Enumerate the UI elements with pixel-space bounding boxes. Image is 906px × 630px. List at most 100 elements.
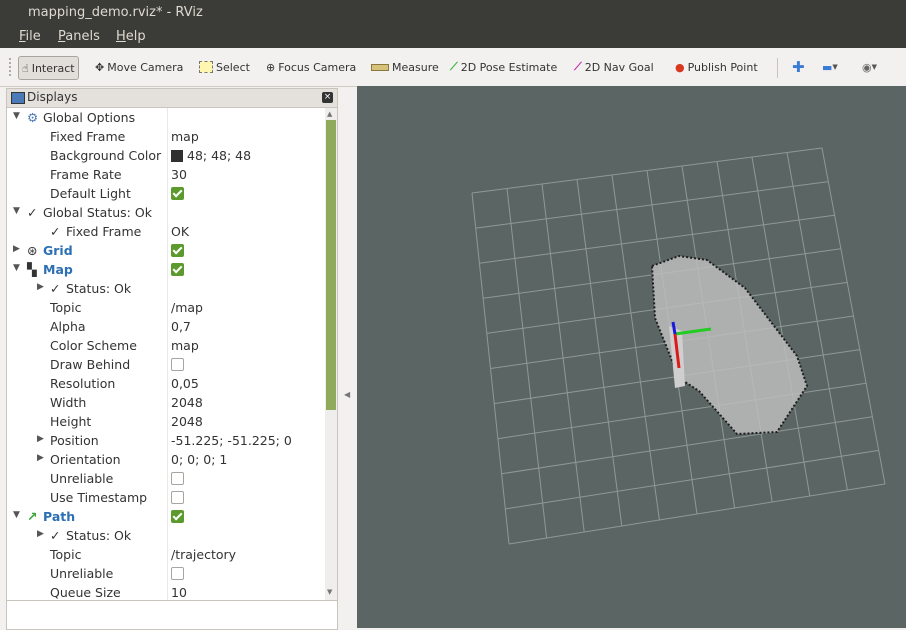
property-value-text: 30 <box>171 167 187 182</box>
3d-scene[interactable] <box>357 86 906 628</box>
tree-row[interactable]: Fixed Frame map <box>7 127 325 146</box>
checkbox[interactable] <box>171 510 184 523</box>
collapse-arrow-icon[interactable]: ▶ <box>37 453 44 463</box>
tree-row[interactable]: Default Light <box>7 184 325 203</box>
checkbox[interactable] <box>171 187 184 200</box>
scroll-down-icon[interactable]: ▼ <box>327 588 332 596</box>
collapse-arrow-icon[interactable]: ▶ <box>37 434 44 444</box>
property-value[interactable]: /trajectory <box>171 547 236 562</box>
remove-tool-button[interactable]: ▬ ▼ <box>822 56 838 78</box>
property-label: Unreliable <box>50 566 114 581</box>
tree-row[interactable]: ▶ ⊛ Grid <box>7 241 325 260</box>
tree-row[interactable]: ▶ Position -51.225; -51.225; 0 <box>7 431 325 450</box>
property-label: Draw Behind <box>50 357 131 372</box>
collapse-arrow-icon[interactable]: ▶ <box>37 282 44 292</box>
tree-row[interactable]: Color Scheme map <box>7 336 325 355</box>
tree-row[interactable]: Queue Size 10 <box>7 583 325 601</box>
expand-arrow-icon[interactable]: ▼ <box>13 263 20 273</box>
tree-row[interactable]: Use Timestamp <box>7 488 325 507</box>
menu-panels[interactable]: Panels <box>58 29 100 44</box>
property-value[interactable]: 0,7 <box>171 319 191 334</box>
property-label: Orientation <box>50 452 121 467</box>
tree-row[interactable]: Unreliable <box>7 469 325 488</box>
tree-row[interactable]: ▶ Orientation 0; 0; 0; 1 <box>7 450 325 469</box>
property-label: Alpha <box>50 319 86 334</box>
tree-row[interactable]: Topic/map <box>7 298 325 317</box>
property-value[interactable]: 10 <box>171 585 187 600</box>
checkbox[interactable] <box>171 244 184 257</box>
menu-file[interactable]: File <box>19 29 41 44</box>
map-icon: ▚ <box>27 262 37 277</box>
tree-row[interactable]: Height 2048 <box>7 412 325 431</box>
tree-row[interactable]: ▶ ✓ Status: Ok <box>7 526 325 545</box>
menu-help[interactable]: Help <box>116 29 146 44</box>
measure-button[interactable]: Measure <box>371 56 439 78</box>
nav-goal-button[interactable]: ⟋ 2D Nav Goal <box>574 56 654 78</box>
tree-row[interactable]: ▼ ⚙ Global Options <box>7 108 325 127</box>
property-label: Status: Ok <box>66 281 132 296</box>
green-arrow-icon: ⟋ <box>450 60 458 73</box>
title-bar: mapping_demo.rviz* - RViz <box>0 0 906 26</box>
interact-button[interactable]: ☝ Interact <box>18 56 79 80</box>
publish-point-button[interactable]: ● Publish Point <box>675 56 758 78</box>
close-icon[interactable]: × <box>322 92 333 103</box>
check-icon: ✓ <box>27 205 38 220</box>
property-value[interactable]: map <box>171 338 199 353</box>
checkbox[interactable] <box>171 567 184 580</box>
add-tool-button[interactable]: ✚ <box>792 56 805 78</box>
expand-arrow-icon[interactable]: ▼ <box>13 206 20 216</box>
tree-row[interactable]: ▼ ✓ Global Status: Ok <box>7 203 325 222</box>
color-swatch[interactable] <box>171 150 183 162</box>
select-button[interactable]: Select <box>199 56 250 78</box>
expand-arrow-icon[interactable]: ▼ <box>13 111 20 121</box>
tree-row[interactable]: Alpha 0,7 <box>7 317 325 336</box>
property-value[interactable]: 48; 48; 48 <box>171 148 251 163</box>
property-value[interactable]: 0; 0; 0; 1 <box>171 452 227 467</box>
scroll-up-icon[interactable]: ▲ <box>327 110 332 118</box>
property-label: Width <box>50 395 87 410</box>
property-value[interactable]: 30 <box>171 167 187 182</box>
collapse-arrow-icon[interactable]: ◀ <box>344 390 350 399</box>
property-value[interactable]: /map <box>171 300 203 315</box>
focus-camera-button[interactable]: ⊕ Focus Camera <box>266 56 356 78</box>
displays-panel: Displays × ▼ ⚙ Global Options Fixed Frame ma… <box>6 88 338 602</box>
displays-scrollbar[interactable]: ▲ ▼ <box>325 108 337 601</box>
property-value[interactable]: OK <box>171 224 189 239</box>
tree-row[interactable]: ▼ ▚ Map <box>7 260 325 279</box>
tree-row[interactable]: Frame Rate 30 <box>7 165 325 184</box>
tree-row[interactable]: ▼ ↗ Path <box>7 507 325 526</box>
tree-row[interactable]: ▶ ✓ Status: Ok <box>7 279 325 298</box>
property-label: Topic <box>50 300 82 315</box>
checkbox[interactable] <box>171 491 184 504</box>
scroll-thumb[interactable] <box>326 120 336 410</box>
property-label: Topic <box>50 547 82 562</box>
property-label: Height <box>50 414 92 429</box>
tree-row[interactable]: ✓ Fixed Frame OK <box>7 222 325 241</box>
view-options-button[interactable]: ◉ ▼ <box>862 56 877 78</box>
property-value-text: 2048 <box>171 414 203 429</box>
description-box <box>6 600 338 630</box>
property-value[interactable]: 2048 <box>171 395 203 410</box>
expand-arrow-icon[interactable]: ▼ <box>13 510 20 520</box>
tree-row[interactable]: Background Color 48; 48; 48 <box>7 146 325 165</box>
3d-view[interactable] <box>357 86 906 628</box>
toolbar-grip[interactable] <box>9 58 15 76</box>
property-value[interactable]: map <box>171 129 199 144</box>
panel-splitter[interactable]: ◀ <box>338 88 356 628</box>
property-value[interactable]: 0,05 <box>171 376 199 391</box>
collapse-arrow-icon[interactable]: ▶ <box>37 529 44 539</box>
tree-row[interactable]: Resolution 0,05 <box>7 374 325 393</box>
property-value[interactable]: 2048 <box>171 414 203 429</box>
tree-row[interactable]: Width 2048 <box>7 393 325 412</box>
tree-row[interactable]: Unreliable <box>7 564 325 583</box>
checkbox[interactable] <box>171 358 184 371</box>
tree-row[interactable]: Draw Behind <box>7 355 325 374</box>
move-camera-button[interactable]: ✥ Move Camera <box>95 56 183 78</box>
property-value[interactable]: -51.225; -51.225; 0 <box>171 433 292 448</box>
checkbox[interactable] <box>171 472 184 485</box>
tree-row[interactable]: Topic/trajectory <box>7 545 325 564</box>
pose-estimate-button[interactable]: ⟋ 2D Pose Estimate <box>450 56 557 78</box>
collapse-arrow-icon[interactable]: ▶ <box>13 244 20 254</box>
property-value-text: 0,7 <box>171 319 191 334</box>
checkbox[interactable] <box>171 263 184 276</box>
